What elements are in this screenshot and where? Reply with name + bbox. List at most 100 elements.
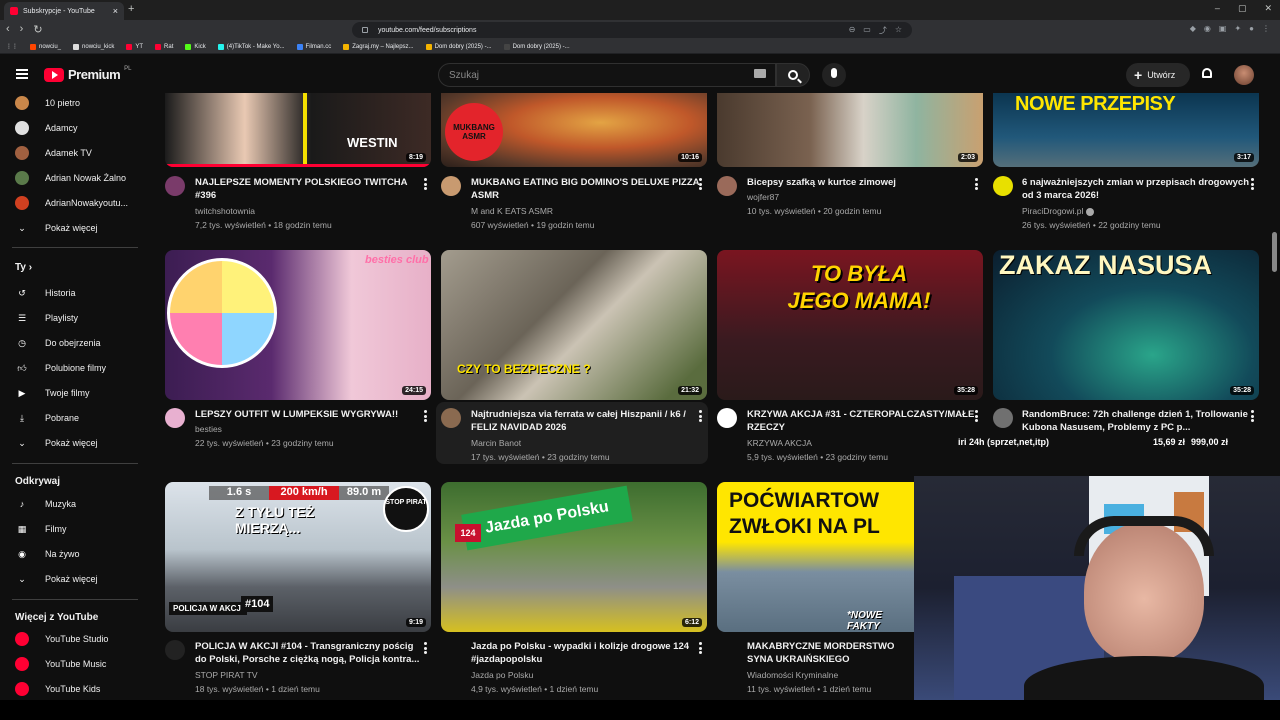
channel-avatar[interactable] bbox=[441, 176, 461, 196]
bookmark-item[interactable]: (4)TikTok - Make Yo... bbox=[217, 43, 285, 50]
video-title[interactable]: Najtrudniejsza via ferrata w całej Hiszp… bbox=[471, 408, 703, 434]
bookmark-item[interactable]: Dom dobry (2025) -... bbox=[503, 43, 570, 50]
back-icon[interactable]: ‹ bbox=[6, 23, 10, 36]
video-thumbnail[interactable]: TO BYŁA JEGO MAMA! 35:28 bbox=[717, 250, 983, 400]
apps-icon[interactable]: ⋮⋮ bbox=[6, 43, 18, 50]
show-more-explore[interactable]: ⌄ Pokaż więcej bbox=[0, 567, 148, 591]
video-menu-icon[interactable] bbox=[699, 178, 702, 190]
sidebar-item-music[interactable]: ♪ Muzyka bbox=[0, 492, 148, 516]
video-menu-icon[interactable] bbox=[975, 178, 978, 190]
video-title[interactable]: LEPSZY OUTFIT W LUMPEKSIE WYGRYWA!! bbox=[195, 408, 427, 421]
address-bar[interactable]: youtube.com/feed/subscriptions ⊖ ▭ ⤴ ☆ bbox=[352, 22, 912, 38]
bookmark-item[interactable]: Kick bbox=[185, 43, 206, 50]
video-menu-icon[interactable] bbox=[699, 642, 702, 654]
channel-avatar[interactable] bbox=[993, 408, 1013, 428]
maximize-icon[interactable]: ▢ bbox=[1238, 3, 1247, 14]
show-more-you[interactable]: ⌄ Pokaż więcej bbox=[0, 431, 148, 455]
channel-name[interactable]: STOP PIRAT TV bbox=[195, 670, 258, 680]
bookmark-item[interactable]: Dom dobry (2025) -... bbox=[425, 43, 492, 50]
browser-menu-icon[interactable]: ⋮ bbox=[1262, 24, 1270, 33]
extension-icon[interactable]: ◆ bbox=[1190, 24, 1196, 33]
search-input[interactable]: Szukaj bbox=[438, 63, 776, 87]
sidebar-item-youtube-studio[interactable]: YouTube Studio bbox=[0, 627, 148, 651]
sidebar-subscription[interactable]: Adrian Nowak Żalno bbox=[0, 166, 148, 190]
sidebar-item-live[interactable]: ◉ Na żywo bbox=[0, 542, 148, 566]
video-title[interactable]: NAJLEPSZE MOMENTY POLSKIEGO TWITCHA #396 bbox=[195, 176, 427, 202]
bookmark-item[interactable]: YT bbox=[126, 43, 143, 50]
video-title[interactable]: RandomBruce: 72h challenge dzień 1, Trol… bbox=[1022, 408, 1254, 434]
keyboard-icon[interactable] bbox=[754, 69, 766, 78]
channel-avatar[interactable] bbox=[717, 176, 737, 196]
sidebar-item-movies[interactable]: ▦ Filmy bbox=[0, 517, 148, 541]
video-menu-icon[interactable] bbox=[424, 410, 427, 422]
sidebar-subscription[interactable]: AdrianNowakyoutu... bbox=[0, 191, 148, 215]
channel-avatar[interactable] bbox=[165, 408, 185, 428]
share-icon[interactable]: ⤴ bbox=[879, 25, 887, 36]
bookmark-item[interactable]: Filman.cc bbox=[296, 43, 331, 50]
channel-avatar[interactable] bbox=[441, 408, 461, 428]
browser-tab[interactable]: Subskrypcje - YouTube × bbox=[4, 2, 124, 20]
channel-name[interactable]: Wiadomości Kryminalne bbox=[747, 670, 838, 680]
voice-search-icon[interactable] bbox=[822, 63, 846, 87]
sidebar-item-liked[interactable]: 👍︎ Polubione filmy bbox=[0, 356, 148, 380]
page-scrollbar[interactable] bbox=[1272, 232, 1277, 272]
sidebar-item-playlists[interactable]: ☰ Playlisty bbox=[0, 306, 148, 330]
zoom-icon[interactable]: ⊖ bbox=[849, 25, 856, 36]
channel-name[interactable]: wojfer87 bbox=[747, 192, 779, 202]
video-menu-icon[interactable] bbox=[699, 410, 702, 422]
video-thumbnail[interactable]: besties club 24:15 bbox=[165, 250, 431, 400]
video-thumbnail[interactable]: WESTIN 8:19 bbox=[165, 93, 431, 167]
video-thumbnail[interactable]: POĆWIARTOW ZWŁOKI NA PL *NOWE FAKTY bbox=[717, 482, 914, 632]
close-window-icon[interactable]: ✕ bbox=[1264, 3, 1272, 14]
video-menu-icon[interactable] bbox=[1251, 410, 1254, 422]
video-thumbnail[interactable]: MUKBANG ASMR 10:16 bbox=[441, 93, 707, 167]
extensions-puzzle-icon[interactable]: ✦ bbox=[1234, 24, 1241, 33]
sidebar-subscription[interactable]: 10 pietro bbox=[0, 91, 148, 115]
video-thumbnail[interactable]: Jazda po Polsku 124 6:12 bbox=[441, 482, 707, 632]
channel-avatar[interactable] bbox=[717, 408, 737, 428]
bookmark-item[interactable]: Rat bbox=[155, 43, 173, 50]
video-menu-icon[interactable] bbox=[424, 178, 427, 190]
channel-avatar[interactable] bbox=[165, 176, 185, 196]
channel-name[interactable]: PiraciDrogowi.pl bbox=[1022, 206, 1095, 216]
minimize-icon[interactable]: – bbox=[1215, 3, 1220, 14]
video-menu-icon[interactable] bbox=[975, 410, 978, 422]
sidebar-item-downloads[interactable]: ⤓ Pobrane bbox=[0, 406, 148, 430]
profile-icon[interactable]: ● bbox=[1249, 24, 1254, 33]
extension-icon[interactable]: ▣ bbox=[1219, 24, 1227, 33]
bookmark-item[interactable]: Zagraj.my – Najlepsz... bbox=[343, 43, 414, 50]
channel-name[interactable]: twitchshotownia bbox=[195, 206, 255, 216]
channel-avatar[interactable] bbox=[993, 176, 1013, 196]
you-section-header[interactable]: Ty › bbox=[15, 262, 32, 273]
video-title[interactable]: MUKBANG EATING BIG DOMINO'S DELUXE PIZZA… bbox=[471, 176, 703, 202]
channel-name[interactable]: Marcin Banot bbox=[471, 438, 521, 448]
sidebar-item-youtube-kids[interactable]: YouTube Kids bbox=[0, 677, 148, 701]
sidebar-item-youtube-music[interactable]: YouTube Music bbox=[0, 652, 148, 676]
channel-avatar[interactable] bbox=[165, 640, 185, 660]
channel-name[interactable]: M and K EATS ASMR bbox=[471, 206, 553, 216]
channel-name[interactable]: Jazda po Polsku bbox=[471, 670, 533, 680]
video-title[interactable]: POLICJA W AKCJI #104 - Transgraniczny po… bbox=[195, 640, 427, 666]
account-avatar[interactable] bbox=[1234, 65, 1254, 85]
bookmark-item[interactable]: nowciu_ bbox=[30, 43, 61, 50]
notifications-bell-icon[interactable] bbox=[1200, 67, 1214, 81]
video-title[interactable]: 6 najważniejszych zmian w przepisach dro… bbox=[1022, 176, 1254, 202]
video-thumbnail[interactable]: 2:03 bbox=[717, 93, 983, 167]
video-title[interactable]: KRZYWA AKCJA #31 - CZTEROPALCZASTY/MAŁE … bbox=[747, 408, 979, 434]
video-thumbnail[interactable]: 1.6 s 200 km/h 89.0 m Z TYŁU TEŻ MIERZĄ.… bbox=[165, 482, 431, 632]
video-thumbnail[interactable]: ZAKAZ NASUSA 35:28 bbox=[993, 250, 1259, 400]
sidebar-item-watch-later[interactable]: ◷ Do obejrzenia bbox=[0, 331, 148, 355]
guide-menu-icon[interactable] bbox=[16, 69, 28, 79]
video-title[interactable]: Bicepsy szafką w kurtce zimowej bbox=[747, 176, 979, 189]
video-thumbnail[interactable]: CZY TO BEZPIECZNE ? 21:32 bbox=[441, 250, 707, 400]
sidebar-subscription[interactable]: Adamcy bbox=[0, 116, 148, 140]
sidebar-subscription[interactable]: Adamek TV bbox=[0, 141, 148, 165]
sidebar-item-your-videos[interactable]: ▶ Twoje filmy bbox=[0, 381, 148, 405]
sidebar-item-history[interactable]: ↺ Historia bbox=[0, 281, 148, 305]
video-thumbnail[interactable]: NOWE PRZEPISY 3:17 bbox=[993, 93, 1259, 167]
close-tab-icon[interactable]: × bbox=[113, 6, 118, 16]
show-more-subscriptions[interactable]: ⌄ Pokaż więcej bbox=[0, 216, 148, 240]
bookmark-item[interactable]: nowciu_kick bbox=[73, 43, 114, 50]
create-button[interactable]: + Utwórz bbox=[1126, 63, 1190, 87]
video-title[interactable]: MAKABRYCZNE MORDERSTWO SYNA UKRAIŃSKIEGO… bbox=[747, 640, 915, 666]
